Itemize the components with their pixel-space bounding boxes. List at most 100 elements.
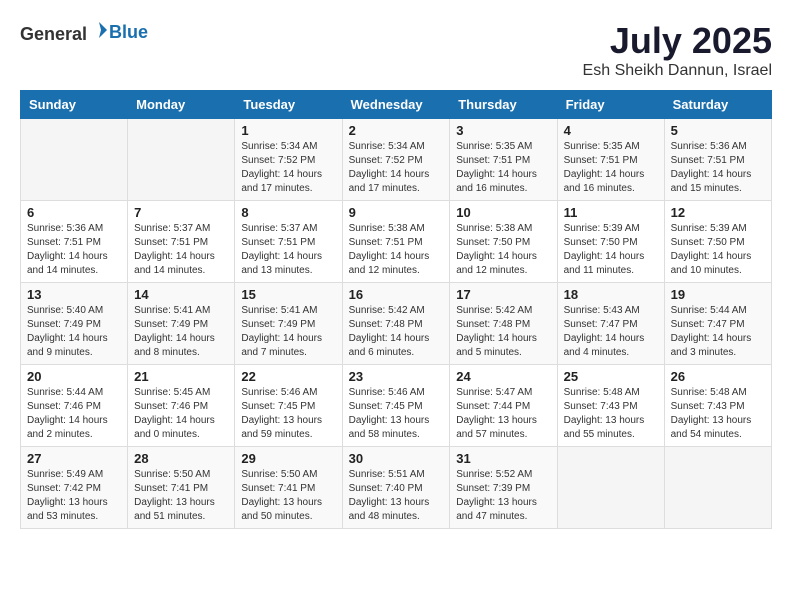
day-number: 16 bbox=[349, 287, 444, 302]
day-number: 6 bbox=[27, 205, 121, 220]
calendar-cell: 22 Sunrise: 5:46 AM Sunset: 7:45 PM Dayli… bbox=[235, 365, 342, 447]
day-info: Sunrise: 5:44 AM Sunset: 7:47 PM Dayligh… bbox=[671, 304, 765, 360]
day-number: 9 bbox=[349, 205, 444, 220]
day-number: 7 bbox=[134, 205, 228, 220]
day-info: Sunrise: 5:38 AM Sunset: 7:50 PM Dayligh… bbox=[456, 222, 550, 278]
day-info: Sunrise: 5:37 AM Sunset: 7:51 PM Dayligh… bbox=[134, 222, 228, 278]
day-number: 22 bbox=[241, 369, 335, 384]
calendar-cell: 16 Sunrise: 5:42 AM Sunset: 7:48 PM Dayli… bbox=[342, 283, 450, 365]
day-info: Sunrise: 5:46 AM Sunset: 7:45 PM Dayligh… bbox=[241, 386, 335, 442]
calendar-week-row: 6 Sunrise: 5:36 AM Sunset: 7:51 PM Daylig… bbox=[21, 201, 772, 283]
day-number: 31 bbox=[456, 451, 550, 466]
calendar-week-row: 13 Sunrise: 5:40 AM Sunset: 7:49 PM Dayli… bbox=[21, 283, 772, 365]
calendar-cell: 29 Sunrise: 5:50 AM Sunset: 7:41 PM Dayli… bbox=[235, 447, 342, 529]
calendar-cell: 9 Sunrise: 5:38 AM Sunset: 7:51 PM Daylig… bbox=[342, 201, 450, 283]
day-number: 24 bbox=[456, 369, 550, 384]
day-number: 8 bbox=[241, 205, 335, 220]
day-info: Sunrise: 5:39 AM Sunset: 7:50 PM Dayligh… bbox=[564, 222, 658, 278]
day-info: Sunrise: 5:35 AM Sunset: 7:51 PM Dayligh… bbox=[564, 140, 658, 196]
page-header: General Blue July 2025 Esh Sheikh Dannun… bbox=[20, 20, 772, 80]
calendar-cell bbox=[128, 119, 235, 201]
logo: General Blue bbox=[20, 20, 148, 45]
day-number: 14 bbox=[134, 287, 228, 302]
day-number: 2 bbox=[349, 123, 444, 138]
day-number: 13 bbox=[27, 287, 121, 302]
day-info: Sunrise: 5:39 AM Sunset: 7:50 PM Dayligh… bbox=[671, 222, 765, 278]
day-number: 10 bbox=[456, 205, 550, 220]
day-info: Sunrise: 5:52 AM Sunset: 7:39 PM Dayligh… bbox=[456, 468, 550, 524]
day-info: Sunrise: 5:48 AM Sunset: 7:43 PM Dayligh… bbox=[671, 386, 765, 442]
day-header-friday: Friday bbox=[557, 91, 664, 119]
calendar-cell: 19 Sunrise: 5:44 AM Sunset: 7:47 PM Dayli… bbox=[664, 283, 771, 365]
calendar-week-row: 20Sunrise: 5:44 AM Sunset: 7:46 PM Dayli… bbox=[21, 365, 772, 447]
day-number: 23 bbox=[349, 369, 444, 384]
calendar-cell: 3Sunrise: 5:35 AM Sunset: 7:51 PM Daylig… bbox=[450, 119, 557, 201]
logo-general: General bbox=[20, 24, 87, 44]
calendar-cell: 4 Sunrise: 5:35 AM Sunset: 7:51 PM Daylig… bbox=[557, 119, 664, 201]
calendar-week-row: 27 Sunrise: 5:49 AM Sunset: 7:42 PM Dayli… bbox=[21, 447, 772, 529]
calendar-cell: 26 Sunrise: 5:48 AM Sunset: 7:43 PM Dayli… bbox=[664, 365, 771, 447]
day-number: 1 bbox=[241, 123, 335, 138]
calendar-cell: 21 Sunrise: 5:45 AM Sunset: 7:46 PM Dayli… bbox=[128, 365, 235, 447]
day-number: 27 bbox=[27, 451, 121, 466]
day-info: Sunrise: 5:45 AM Sunset: 7:46 PM Dayligh… bbox=[134, 386, 228, 442]
calendar-cell: 10 Sunrise: 5:38 AM Sunset: 7:50 PM Dayli… bbox=[450, 201, 557, 283]
day-info: Sunrise: 5:42 AM Sunset: 7:48 PM Dayligh… bbox=[349, 304, 444, 360]
calendar-cell bbox=[664, 447, 771, 529]
day-info: Sunrise: 5:50 AM Sunset: 7:41 PM Dayligh… bbox=[241, 468, 335, 524]
day-header-monday: Monday bbox=[128, 91, 235, 119]
calendar-cell bbox=[21, 119, 128, 201]
calendar-cell: 13 Sunrise: 5:40 AM Sunset: 7:49 PM Dayli… bbox=[21, 283, 128, 365]
calendar-cell: 23 Sunrise: 5:46 AM Sunset: 7:45 PM Dayli… bbox=[342, 365, 450, 447]
calendar-cell: 8 Sunrise: 5:37 AM Sunset: 7:51 PM Daylig… bbox=[235, 201, 342, 283]
calendar-cell bbox=[557, 447, 664, 529]
day-header-saturday: Saturday bbox=[664, 91, 771, 119]
day-number: 30 bbox=[349, 451, 444, 466]
day-number: 4 bbox=[564, 123, 658, 138]
calendar-cell: 25Sunrise: 5:48 AM Sunset: 7:43 PM Dayli… bbox=[557, 365, 664, 447]
calendar-cell: 31 Sunrise: 5:52 AM Sunset: 7:39 PM Dayli… bbox=[450, 447, 557, 529]
day-info: Sunrise: 5:40 AM Sunset: 7:49 PM Dayligh… bbox=[27, 304, 121, 360]
day-number: 26 bbox=[671, 369, 765, 384]
calendar-cell: 17 Sunrise: 5:42 AM Sunset: 7:48 PM Dayli… bbox=[450, 283, 557, 365]
day-info: Sunrise: 5:49 AM Sunset: 7:42 PM Dayligh… bbox=[27, 468, 121, 524]
day-info: Sunrise: 5:36 AM Sunset: 7:51 PM Dayligh… bbox=[27, 222, 121, 278]
day-info: Sunrise: 5:51 AM Sunset: 7:40 PM Dayligh… bbox=[349, 468, 444, 524]
calendar-cell: 24Sunrise: 5:47 AM Sunset: 7:44 PM Dayli… bbox=[450, 365, 557, 447]
day-info: Sunrise: 5:42 AM Sunset: 7:48 PM Dayligh… bbox=[456, 304, 550, 360]
day-number: 19 bbox=[671, 287, 765, 302]
location-subtitle: Esh Sheikh Dannun, Israel bbox=[583, 62, 772, 80]
day-info: Sunrise: 5:35 AM Sunset: 7:51 PM Dayligh… bbox=[456, 140, 550, 196]
calendar-cell: 30 Sunrise: 5:51 AM Sunset: 7:40 PM Dayli… bbox=[342, 447, 450, 529]
calendar-cell: 15Sunrise: 5:41 AM Sunset: 7:49 PM Dayli… bbox=[235, 283, 342, 365]
day-number: 28 bbox=[134, 451, 228, 466]
calendar-cell: 6 Sunrise: 5:36 AM Sunset: 7:51 PM Daylig… bbox=[21, 201, 128, 283]
calendar-cell: 14Sunrise: 5:41 AM Sunset: 7:49 PM Dayli… bbox=[128, 283, 235, 365]
day-header-tuesday: Tuesday bbox=[235, 91, 342, 119]
day-info: Sunrise: 5:41 AM Sunset: 7:49 PM Dayligh… bbox=[241, 304, 335, 360]
title-area: July 2025 Esh Sheikh Dannun, Israel bbox=[583, 20, 772, 80]
day-number: 17 bbox=[456, 287, 550, 302]
calendar-cell: 28Sunrise: 5:50 AM Sunset: 7:41 PM Dayli… bbox=[128, 447, 235, 529]
day-info: Sunrise: 5:34 AM Sunset: 7:52 PM Dayligh… bbox=[241, 140, 335, 196]
day-info: Sunrise: 5:36 AM Sunset: 7:51 PM Dayligh… bbox=[671, 140, 765, 196]
logo-icon bbox=[89, 20, 109, 40]
day-info: Sunrise: 5:38 AM Sunset: 7:51 PM Dayligh… bbox=[349, 222, 444, 278]
day-header-sunday: Sunday bbox=[21, 91, 128, 119]
day-number: 11 bbox=[564, 205, 658, 220]
calendar-cell: 12 Sunrise: 5:39 AM Sunset: 7:50 PM Dayli… bbox=[664, 201, 771, 283]
day-number: 12 bbox=[671, 205, 765, 220]
day-info: Sunrise: 5:43 AM Sunset: 7:47 PM Dayligh… bbox=[564, 304, 658, 360]
day-info: Sunrise: 5:37 AM Sunset: 7:51 PM Dayligh… bbox=[241, 222, 335, 278]
calendar-cell: 7 Sunrise: 5:37 AM Sunset: 7:51 PM Daylig… bbox=[128, 201, 235, 283]
day-info: Sunrise: 5:46 AM Sunset: 7:45 PM Dayligh… bbox=[349, 386, 444, 442]
calendar-table: SundayMondayTuesdayWednesdayThursdayFrid… bbox=[20, 90, 772, 529]
calendar-cell: 5Sunrise: 5:36 AM Sunset: 7:51 PM Daylig… bbox=[664, 119, 771, 201]
logo-blue: Blue bbox=[109, 22, 148, 42]
day-info: Sunrise: 5:44 AM Sunset: 7:46 PM Dayligh… bbox=[27, 386, 121, 442]
day-info: Sunrise: 5:34 AM Sunset: 7:52 PM Dayligh… bbox=[349, 140, 444, 196]
day-number: 29 bbox=[241, 451, 335, 466]
day-info: Sunrise: 5:48 AM Sunset: 7:43 PM Dayligh… bbox=[564, 386, 658, 442]
day-number: 21 bbox=[134, 369, 228, 384]
calendar-cell: 1 Sunrise: 5:34 AM Sunset: 7:52 PM Daylig… bbox=[235, 119, 342, 201]
